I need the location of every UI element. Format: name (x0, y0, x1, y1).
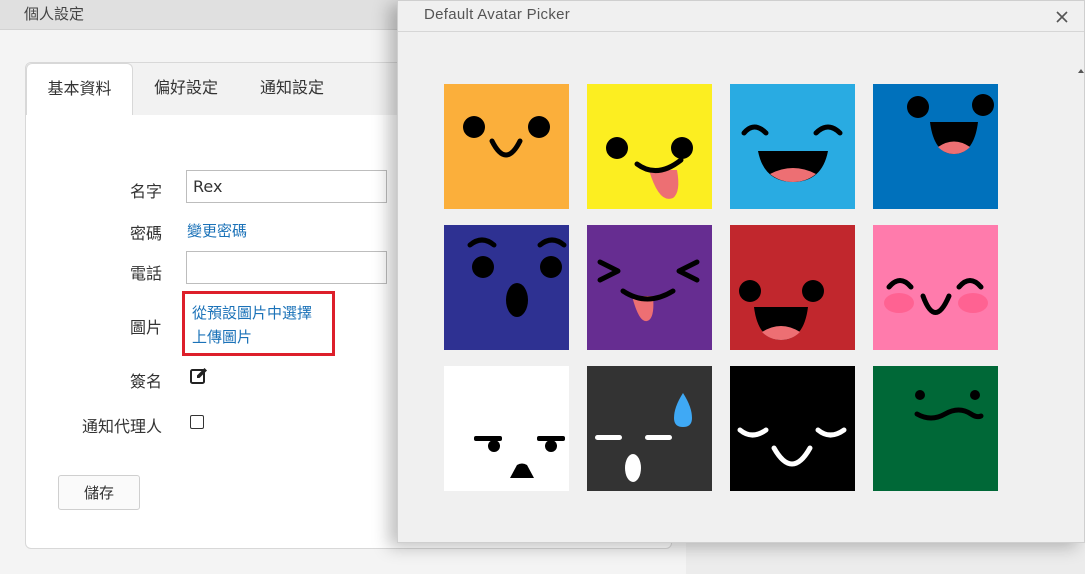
close-icon[interactable] (1054, 9, 1070, 25)
phone-input[interactable] (186, 251, 387, 284)
save-button[interactable]: 儲存 (58, 475, 140, 510)
scroll-up-icon[interactable] (1078, 59, 1084, 73)
password-label: 密碼 (129, 224, 162, 243)
choose-default-picture-link[interactable]: 從預設圖片中選擇 (192, 302, 312, 323)
avatar-option-5[interactable] (444, 225, 569, 350)
avatar-option-1[interactable] (444, 84, 569, 209)
name-input[interactable] (186, 170, 387, 203)
edit-icon[interactable] (189, 366, 209, 386)
tab-notifications[interactable]: 通知設定 (244, 63, 340, 115)
notify-agent-checkbox[interactable] (190, 415, 204, 429)
surprised-face-icon (444, 225, 569, 350)
tongue-face-icon (587, 84, 712, 209)
picture-label: 圖片 (129, 318, 162, 337)
avatar-option-10[interactable] (587, 366, 712, 491)
blush-face-icon (873, 225, 998, 350)
name-label: 名字 (129, 182, 162, 201)
phone-label: 電話 (129, 264, 162, 283)
signature-label: 簽名 (129, 372, 162, 391)
laugh-small-face-icon (730, 225, 855, 350)
sweat-face-icon (587, 366, 712, 491)
avatar-option-2[interactable] (587, 84, 712, 209)
squint-tongue-face-icon (587, 225, 712, 350)
tab-preferences[interactable]: 偏好設定 (138, 63, 234, 115)
laugh-face-icon (873, 84, 998, 209)
avatar-option-8[interactable] (873, 225, 998, 350)
dialog-header: Default Avatar Picker (398, 1, 1084, 32)
avatar-option-12[interactable] (873, 366, 998, 491)
annoyed-face-icon (444, 366, 569, 491)
content-closed-eyes-face-icon (730, 366, 855, 491)
change-password-link[interactable]: 變更密碼 (187, 220, 247, 241)
uneasy-face-icon (873, 366, 998, 491)
avatar-option-6[interactable] (587, 225, 712, 350)
avatar-option-4[interactable] (873, 84, 998, 209)
avatar-option-11[interactable] (730, 366, 855, 491)
dialog-title: Default Avatar Picker (424, 6, 571, 23)
avatar-option-9[interactable] (444, 366, 569, 491)
settings-window-title: 個人設定 (24, 5, 85, 23)
avatar-option-7[interactable] (730, 225, 855, 350)
avatar-picker-dialog: Default Avatar Picker (397, 0, 1085, 543)
notify-agent-label: 通知代理人 (81, 417, 162, 436)
smile-face-icon (444, 84, 569, 209)
avatar-option-3[interactable] (730, 84, 855, 209)
tab-basic-info[interactable]: 基本資料 (26, 63, 133, 115)
upload-picture-link[interactable]: 上傳圖片 (192, 326, 252, 347)
laugh-closed-eyes-face-icon (730, 84, 855, 209)
